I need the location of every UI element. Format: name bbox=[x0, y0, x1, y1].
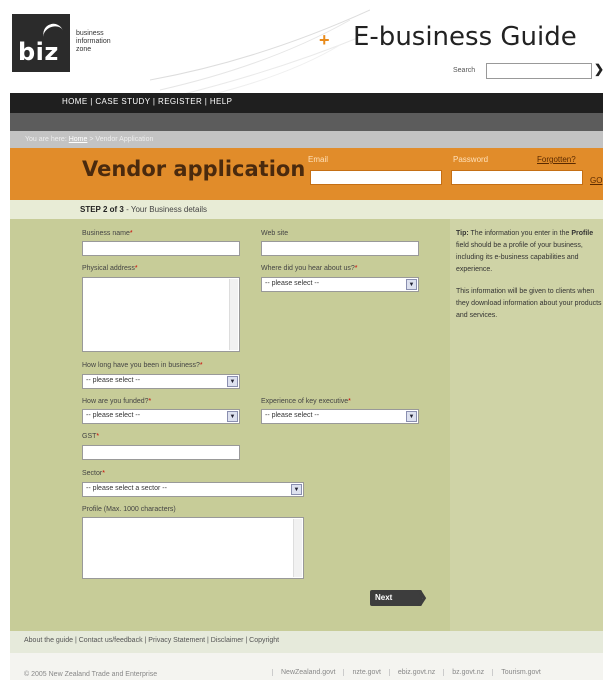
search-input[interactable] bbox=[486, 63, 592, 79]
website-label: Web site bbox=[261, 230, 289, 237]
footer-links[interactable]: About the guide | Contact us/feedback | … bbox=[24, 637, 279, 644]
tip-profile-bold: Profile bbox=[571, 230, 594, 237]
next-button[interactable]: Next ❯ bbox=[370, 589, 428, 606]
breadcrumb-prefix: You are here: bbox=[25, 136, 67, 143]
gov-link[interactable]: ebiz.govt.nz bbox=[388, 669, 443, 676]
site-title: E-business Guide bbox=[353, 22, 577, 52]
search-go-icon[interactable]: ❯ bbox=[594, 62, 603, 76]
copyright-text: © 2005 New Zealand Trade and Enterprise bbox=[24, 671, 158, 678]
tagline-line: business bbox=[76, 30, 104, 37]
step-indicator: STEP 2 of 3 - Your Business details bbox=[10, 200, 603, 219]
gst-label: GST bbox=[82, 433, 97, 440]
tip-paragraph-2: This information will be given to client… bbox=[456, 288, 602, 319]
chevron-down-icon: ▼ bbox=[291, 484, 302, 495]
vendor-form: Business name* Web site Physical address… bbox=[10, 219, 450, 631]
required-marker: * bbox=[129, 230, 133, 237]
gov-link[interactable]: nzte.govt bbox=[343, 669, 388, 676]
footer-bottom: © 2005 New Zealand Trade and Enterprise … bbox=[10, 653, 603, 680]
funded-label: How are you funded? bbox=[82, 398, 149, 405]
select-value: -- please select -- bbox=[265, 280, 320, 287]
search-label: Search bbox=[453, 67, 476, 74]
required-marker: * bbox=[102, 470, 105, 477]
biz-logo[interactable]: biz bbox=[12, 14, 70, 72]
logo-swoosh-icon bbox=[40, 20, 64, 40]
select-value: -- please select -- bbox=[86, 412, 141, 419]
physical-address-label: Physical address bbox=[82, 265, 135, 272]
hear-about-select[interactable]: -- please select -- ▼ bbox=[261, 277, 419, 292]
chevron-down-icon: ▼ bbox=[406, 411, 417, 422]
breadcrumb: You are here: Home > Vendor Application bbox=[10, 131, 603, 148]
required-marker: * bbox=[199, 362, 203, 369]
experience-select[interactable]: -- please select -- ▼ bbox=[261, 409, 419, 424]
chevron-down-icon: ▼ bbox=[406, 279, 417, 290]
breadcrumb-current: > Vendor Application bbox=[89, 136, 154, 143]
breadcrumb-home-link[interactable]: Home bbox=[69, 136, 88, 143]
gst-field[interactable] bbox=[82, 445, 240, 460]
main-nav: HOME | CASE STUDY | REGISTER | HELP bbox=[10, 93, 603, 113]
logo-tagline: business information zone bbox=[76, 30, 111, 54]
password-field[interactable] bbox=[451, 170, 583, 185]
sector-label: Sector bbox=[82, 470, 103, 477]
tagline-line: zone bbox=[76, 46, 92, 53]
tip-text-b: field should be a profile of your busine… bbox=[456, 242, 583, 273]
select-value: -- please select -- bbox=[265, 412, 320, 419]
sub-nav bbox=[10, 113, 603, 131]
profile-textarea[interactable] bbox=[82, 517, 304, 579]
business-name-field[interactable] bbox=[82, 241, 240, 256]
tip-paragraph: Tip: The information you enter in the Pr… bbox=[456, 228, 603, 276]
password-label: Password bbox=[453, 155, 489, 164]
hear-about-label: Where did you hear about us? bbox=[261, 265, 355, 272]
step-number: STEP 2 of 3 bbox=[80, 205, 124, 214]
physical-address-textarea[interactable] bbox=[82, 277, 240, 352]
nav-links[interactable]: HOME | CASE STUDY | REGISTER | HELP bbox=[62, 97, 232, 106]
logo-text: biz bbox=[18, 38, 59, 66]
login-go-link[interactable]: GO bbox=[590, 176, 602, 185]
required-marker: * bbox=[354, 265, 358, 272]
business-name-label: Business name bbox=[82, 230, 130, 237]
chevron-down-icon: ▼ bbox=[227, 376, 238, 387]
tip-text-a: The information you enter in the bbox=[468, 230, 572, 237]
chevron-right-icon: ❯ bbox=[415, 589, 428, 606]
website-field[interactable] bbox=[261, 241, 419, 256]
required-marker: * bbox=[96, 433, 100, 440]
gov-link[interactable]: Tourism.govt bbox=[492, 669, 549, 676]
tagline-line: information bbox=[76, 38, 111, 45]
page-title-bar: Vendor application Email Password Forgot… bbox=[10, 148, 603, 200]
required-marker: * bbox=[134, 265, 138, 272]
gov-link[interactable]: bz.govt.nz bbox=[443, 669, 492, 676]
experience-label: Experience of key executive bbox=[261, 398, 349, 405]
email-label: Email bbox=[308, 155, 329, 164]
scrollbar[interactable] bbox=[293, 519, 302, 577]
site-header: biz business information zone + E-busine… bbox=[0, 0, 603, 95]
funded-select[interactable]: -- please select -- ▼ bbox=[82, 409, 240, 424]
tip-heading: Tip: bbox=[456, 230, 469, 237]
how-long-select[interactable]: -- please select -- ▼ bbox=[82, 374, 240, 389]
gov-links: NewZealand.govt nzte.govt ebiz.govt.nz bz.g… bbox=[272, 669, 549, 676]
chevron-down-icon: ▼ bbox=[227, 411, 238, 422]
required-marker: * bbox=[348, 398, 351, 405]
profile-label: Profile (Max. 1000 characters) bbox=[82, 506, 176, 513]
decorative-lines bbox=[150, 9, 370, 95]
plus-icon: + bbox=[319, 30, 330, 50]
scrollbar[interactable] bbox=[229, 279, 238, 350]
footer-links-bar: About the guide | Contact us/feedback | … bbox=[10, 631, 603, 653]
page-title: Vendor application bbox=[82, 157, 306, 181]
how-long-label: How long have you been in business? bbox=[82, 362, 200, 369]
step-detail: - Your Business details bbox=[123, 205, 208, 214]
sector-select[interactable]: -- please select a sector -- ▼ bbox=[82, 482, 304, 497]
forgot-password-link[interactable]: Forgotten? bbox=[537, 155, 576, 164]
required-marker: * bbox=[148, 398, 152, 405]
email-field[interactable] bbox=[310, 170, 442, 185]
gov-link[interactable]: NewZealand.govt bbox=[272, 669, 343, 676]
next-label: Next bbox=[375, 593, 393, 602]
tip-panel: Tip: The information you enter in the Pr… bbox=[450, 219, 603, 631]
select-value: -- please select a sector -- bbox=[86, 485, 167, 492]
select-value: -- please select -- bbox=[86, 377, 141, 384]
